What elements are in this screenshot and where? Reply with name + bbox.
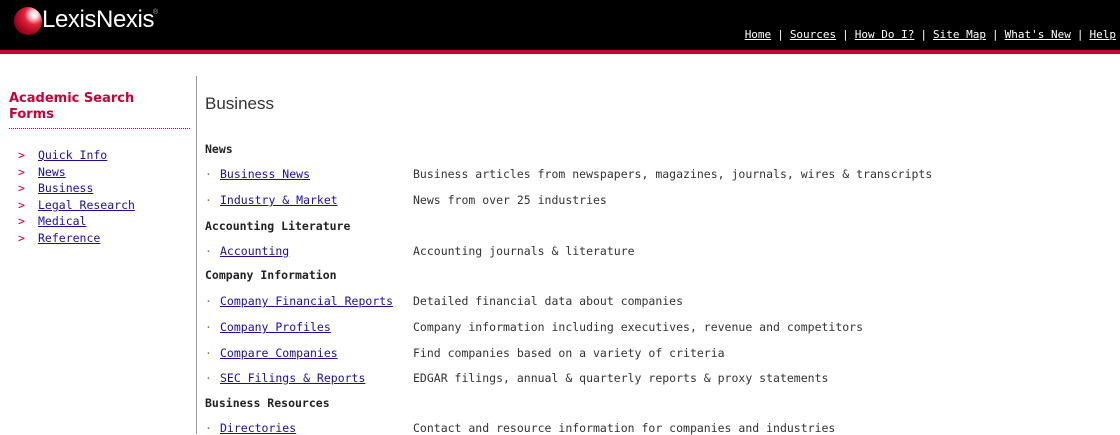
bullet-dot-icon: · (205, 421, 212, 435)
sidebar-link-news[interactable]: News (38, 165, 66, 179)
link-description: News from over 25 industries (413, 193, 607, 207)
bullet-dot-icon: · (205, 244, 212, 258)
sidebar-nav: > Quick Info > News > Business > Legal Resea… (18, 147, 135, 247)
sec-filings-reports-link[interactable]: SEC Filings & Reports (220, 371, 365, 385)
bullet-dot-icon: · (205, 193, 212, 207)
business-news-link[interactable]: Business News (220, 167, 310, 181)
sidebar-link-legal-research[interactable]: Legal Research (38, 198, 135, 212)
column-divider (196, 76, 197, 434)
bullet-dot-icon: · (205, 167, 212, 181)
section-heading-business-resources: Business Resources (205, 396, 330, 410)
link-description: Business articles from newspapers, magaz… (413, 167, 933, 181)
logo-text: LexisNexis (42, 6, 155, 33)
chevron-right-icon: > (18, 181, 25, 196)
company-financial-reports-link[interactable]: Company Financial Reports (220, 294, 393, 308)
sidebar-link-medical[interactable]: Medical (38, 214, 86, 228)
header-accent-rule (0, 50, 1120, 54)
nav-whats-new-link[interactable]: What's New (1005, 28, 1071, 41)
header-bar: LexisNexis ® Home | Sources | How Do I? | Site… (0, 0, 1120, 50)
company-profiles-link[interactable]: Company Profiles (220, 320, 331, 334)
bullet-dot-icon: · (205, 371, 212, 385)
section-heading-news: News (205, 142, 233, 156)
accounting-link[interactable]: Accounting (220, 244, 289, 258)
sidebar-item-news: > News (18, 164, 135, 181)
sidebar-item-reference: > Reference (18, 230, 135, 247)
industry-market-link[interactable]: Industry & Market (220, 193, 338, 207)
link-description: Find companies based on a variety of cri… (413, 346, 725, 360)
sidebar-item-medical: > Medical (18, 213, 135, 230)
chevron-right-icon: > (18, 164, 25, 179)
nav-site-map-link[interactable]: Site Map (933, 28, 986, 41)
chevron-right-icon: > (18, 230, 25, 245)
sidebar-link-business[interactable]: Business (38, 181, 93, 195)
link-description: Accounting journals & literature (413, 244, 635, 258)
nav-sources-link[interactable]: Sources (790, 28, 836, 41)
nav-home-link[interactable]: Home (745, 28, 772, 41)
top-nav: Home | Sources | How Do I? | Site Map | What's N… (744, 28, 1117, 41)
sidebar-divider (9, 128, 190, 129)
compare-companies-link[interactable]: Compare Companies (220, 346, 338, 360)
chevron-right-icon: > (18, 197, 25, 212)
sidebar-link-quick-info[interactable]: Quick Info (38, 148, 107, 162)
page-title: Business (205, 94, 274, 113)
section-heading-company-information: Company Information (205, 268, 337, 282)
nav-how-do-i-link[interactable]: How Do I? (855, 28, 915, 41)
sidebar-item-legal-research: > Legal Research (18, 197, 135, 214)
directories-link[interactable]: Directories (220, 421, 296, 435)
link-description: EDGAR filings, annual & quarterly report… (413, 371, 829, 385)
bullet-dot-icon: · (205, 294, 212, 308)
logo-registered-mark: ® (153, 9, 159, 16)
nav-help-link[interactable]: Help (1090, 28, 1117, 41)
section-heading-accounting-literature: Accounting Literature (205, 219, 351, 233)
chevron-right-icon: > (18, 148, 25, 162)
sidebar-link-reference[interactable]: Reference (38, 231, 100, 245)
link-description: Detailed financial data about companies (413, 294, 684, 308)
sidebar-item-quick-info: > Quick Info (18, 147, 135, 164)
sidebar-item-business: > Business (18, 180, 135, 197)
sidebar-title: Academic Search Forms (9, 91, 135, 122)
link-description: Company information including executives… (413, 320, 864, 334)
bullet-dot-icon: · (205, 346, 212, 360)
chevron-right-icon: > (18, 214, 25, 229)
logo-ball-icon (14, 7, 42, 35)
bullet-dot-icon: · (205, 320, 212, 334)
link-description: Contact and resource information for com… (413, 421, 836, 435)
